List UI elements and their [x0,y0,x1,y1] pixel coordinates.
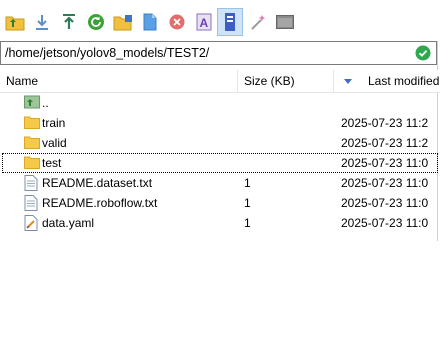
file-size: 1 [244,196,251,210]
folder-icon [24,115,40,132]
parent-folder-icon [5,16,25,31]
folder-icon [24,135,40,152]
yaml-file-icon [24,215,38,234]
column-divider[interactable] [333,70,334,92]
file-row-readme-dataset[interactable]: README.dataset.txt 1 2025-07-23 11:0 [0,173,440,193]
file-modified: 2025-07-23 11:2 [341,136,429,150]
path-ok-button[interactable] [415,45,431,64]
file-name: .. [42,96,49,110]
path-input[interactable]: /home/jetson/yolov8_models/TEST2/ [0,41,437,65]
file-size: 1 [244,216,251,230]
refresh-button[interactable] [83,8,109,36]
new-folder-button[interactable] [110,8,136,36]
file-list-header: Name Size (KB) Last modified [0,70,440,93]
parent-folder-icon [24,95,40,112]
toolbar: A [0,0,440,42]
folder-icon [24,155,40,172]
file-row-test[interactable]: test 2025-07-23 11:0 [2,153,438,173]
svg-text:A: A [200,16,209,30]
terminal-icon [276,15,294,29]
column-header-modified[interactable]: Last modified [368,74,439,88]
file-name: train [42,116,66,130]
file-size: 1 [244,176,251,190]
file-row-data-yaml[interactable]: data.yaml 1 2025-07-23 11:0 [0,213,440,233]
file-name: README.dataset.txt [42,176,153,190]
find-icon [251,15,265,30]
text-file-icon [24,195,38,214]
refresh-icon [88,14,104,30]
file-row-readme-roboflow[interactable]: README.roboflow.txt 1 2025-07-23 11:0 [0,193,440,213]
file-name: valid [42,136,67,150]
new-file-icon [143,13,157,31]
find-button[interactable] [245,8,271,36]
column-header-size[interactable]: Size (KB) [244,74,295,88]
file-name: README.roboflow.txt [42,196,158,210]
file-modified: 2025-07-23 11:2 [341,116,429,130]
file-modified: 2025-07-23 11:0 [341,176,429,190]
properties-button[interactable] [217,8,243,36]
new-file-button[interactable] [137,8,163,36]
file-modified: 2025-07-23 11:0 [341,156,429,170]
parent-folder-button[interactable] [2,8,28,36]
properties-icon [225,13,235,31]
download-button[interactable] [29,8,55,36]
sort-descending-icon[interactable] [344,79,352,84]
delete-button[interactable] [164,8,190,36]
text-file-icon [24,175,38,194]
file-row-parent[interactable]: .. [0,93,440,113]
rename-button[interactable]: A [191,8,217,36]
checkmark-icon [415,45,431,61]
terminal-button[interactable] [272,8,298,36]
file-modified: 2025-07-23 11:0 [341,196,429,210]
new-folder-icon [113,15,132,31]
file-name: test [42,156,62,170]
delete-icon [169,14,185,30]
column-header-name[interactable]: Name [6,74,38,88]
upload-icon [63,14,75,29]
file-row-valid[interactable]: valid 2025-07-23 11:2 [0,133,440,153]
download-icon [36,15,48,30]
file-name: data.yaml [42,216,95,230]
file-modified: 2025-07-23 11:0 [341,216,429,230]
path-value: /home/jetson/yolov8_models/TEST2/ [5,46,210,60]
column-divider[interactable] [237,70,238,92]
upload-button[interactable] [56,8,82,36]
file-row-train[interactable]: train 2025-07-23 11:2 [0,113,440,133]
rename-icon: A [196,13,212,31]
